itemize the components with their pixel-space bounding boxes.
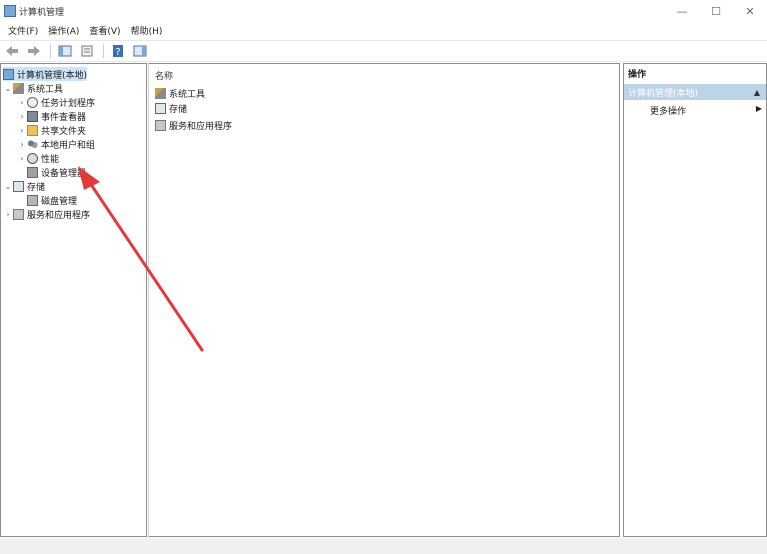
chevron-right-icon[interactable]: › <box>17 140 27 149</box>
forward-button[interactable] <box>24 42 44 60</box>
console-tree-icon <box>58 45 72 57</box>
collapse-up-icon[interactable]: ▲ <box>754 88 760 97</box>
tree-item-label: 磁盘管理 <box>41 196 78 207</box>
menu-help[interactable]: 帮助(H) <box>126 24 168 37</box>
device-manager-icon <box>27 166 38 178</box>
users-icon <box>27 138 38 150</box>
tree-item-local-users[interactable]: › 本地用户和组 <box>17 137 95 151</box>
actions-pane: 操作 计算机管理(本地) ▲ 更多操作 ▶ <box>623 63 767 537</box>
tree-item-label: 计算机管理(本地) <box>17 70 88 81</box>
forward-arrow-icon <box>28 46 40 56</box>
tree-item-label: 共享文件夹 <box>41 126 87 137</box>
tree-item-services-applications[interactable]: › 服务和应用程序 <box>3 207 90 221</box>
show-hide-tree-button[interactable] <box>55 42 75 60</box>
actions-section-label: 计算机管理(本地) <box>628 88 699 99</box>
tree-item-system-tools[interactable]: ⌄ 系统工具 <box>3 81 63 95</box>
chevron-right-icon[interactable]: › <box>17 98 27 107</box>
event-log-icon <box>27 110 38 122</box>
computer-management-icon <box>3 68 14 80</box>
actions-header: 操作 <box>628 69 647 80</box>
tree-item-disk-management[interactable]: 磁盘管理 <box>27 193 77 207</box>
svg-text:?: ? <box>115 47 120 57</box>
tree-item-label: 事件查看器 <box>41 112 87 123</box>
show-hide-action-pane-button[interactable] <box>130 42 150 60</box>
window-title: 计算机管理 <box>19 7 65 18</box>
properties-button[interactable] <box>77 42 97 60</box>
tree-item-label: 系统工具 <box>27 84 64 95</box>
properties-icon <box>81 45 93 57</box>
tree-item-label: 设备管理器 <box>41 168 87 179</box>
storage-icon <box>155 102 166 114</box>
toolbar-separator <box>50 44 51 58</box>
chevron-right-icon[interactable]: › <box>3 210 13 219</box>
storage-icon <box>13 180 24 192</box>
tree-item-label: 服务和应用程序 <box>27 210 91 221</box>
menu-view[interactable]: 查看(V) <box>84 24 125 37</box>
disk-icon <box>27 194 38 206</box>
toolbar-separator <box>103 44 104 58</box>
title-bar: 计算机管理 — ☐ ✕ <box>0 0 767 22</box>
tree-item-shared-folders[interactable]: › 共享文件夹 <box>17 123 86 137</box>
help-icon: ? <box>113 45 123 57</box>
status-bar <box>0 538 767 554</box>
list-item[interactable]: 存储 <box>155 101 187 115</box>
tree-item-label: 本地用户和组 <box>41 140 96 151</box>
tree-item-label: 存储 <box>27 182 46 193</box>
tree-item-label: 性能 <box>41 154 60 165</box>
menu-bar: 文件(F) 操作(A) 查看(V) 帮助(H) <box>0 22 767 39</box>
tools-icon <box>13 82 24 94</box>
computer-management-icon <box>4 5 16 17</box>
list-item[interactable]: 服务和应用程序 <box>155 118 232 132</box>
tree-item-device-manager[interactable]: 设备管理器 <box>27 165 86 179</box>
chevron-right-icon[interactable]: › <box>17 112 27 121</box>
list-item-label: 服务和应用程序 <box>169 121 233 132</box>
results-pane: 名称 系统工具 存储 服务和应用程序 <box>148 63 620 537</box>
list-item-label: 系统工具 <box>169 89 206 100</box>
close-button[interactable]: ✕ <box>733 0 767 22</box>
back-arrow-icon <box>6 46 18 56</box>
console-tree-pane: 计算机管理(本地) ⌄ 系统工具 › 任务计划程序 › 事件查看器 › 共享文件… <box>0 63 147 537</box>
column-header-name[interactable]: 名称 <box>155 69 173 82</box>
action-pane-icon <box>133 45 147 57</box>
window-controls: — ☐ ✕ <box>665 0 767 22</box>
minimize-button[interactable]: — <box>665 0 699 22</box>
submenu-arrow-icon[interactable]: ▶ <box>756 104 762 113</box>
tree-item-performance[interactable]: › 性能 <box>17 151 59 165</box>
back-button[interactable] <box>2 42 22 60</box>
tools-icon <box>155 87 166 99</box>
chevron-down-icon[interactable]: ⌄ <box>3 182 13 191</box>
clock-icon <box>27 96 38 108</box>
tree-item-storage[interactable]: ⌄ 存储 <box>3 179 45 193</box>
actions-section-computer-management[interactable]: 计算机管理(本地) ▲ <box>624 84 766 100</box>
folder-icon <box>27 124 38 136</box>
chevron-right-icon[interactable]: › <box>17 154 27 163</box>
tree-item-event-viewer[interactable]: › 事件查看器 <box>17 109 86 123</box>
help-button[interactable]: ? <box>108 42 128 60</box>
list-item[interactable]: 系统工具 <box>155 86 205 100</box>
tree-item-computer-management[interactable]: 计算机管理(本地) <box>3 67 88 81</box>
tree-item-label: 任务计划程序 <box>41 98 96 109</box>
tree-item-task-scheduler[interactable]: › 任务计划程序 <box>17 95 95 109</box>
menu-file[interactable]: 文件(F) <box>3 24 43 37</box>
chevron-right-icon[interactable]: › <box>17 126 27 135</box>
more-actions-item[interactable]: 更多操作 <box>650 104 686 117</box>
list-item-label: 存储 <box>169 104 188 115</box>
menu-action[interactable]: 操作(A) <box>43 24 84 37</box>
performance-icon <box>27 152 38 164</box>
toolbar: ? <box>0 40 767 62</box>
chevron-down-icon[interactable]: ⌄ <box>3 84 13 93</box>
services-icon <box>13 208 24 220</box>
services-icon <box>155 119 166 131</box>
maximize-button[interactable]: ☐ <box>699 0 733 22</box>
